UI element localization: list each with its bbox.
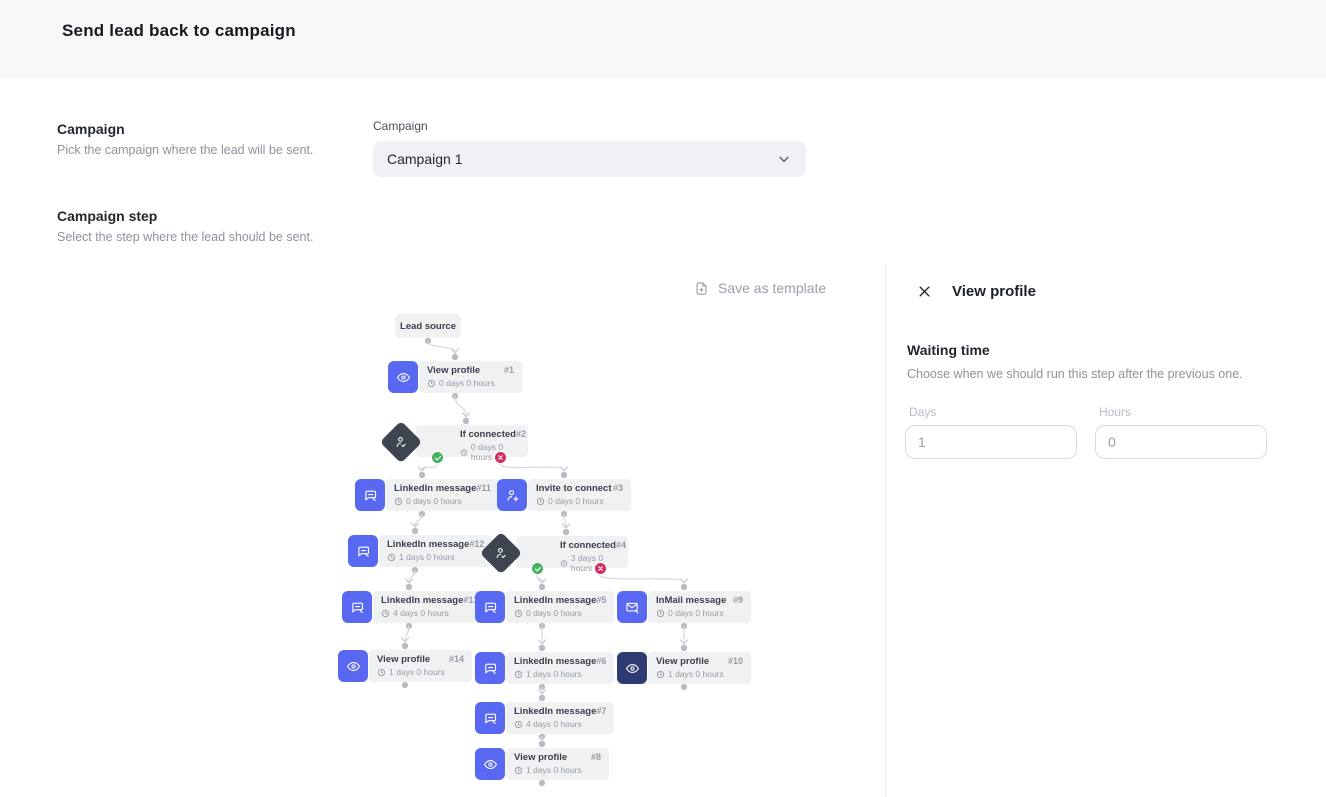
node-card: LinkedIn message #12 1 days 0 hours bbox=[379, 535, 492, 567]
node-wait-time: 1 days 0 hours bbox=[514, 765, 601, 775]
node-wait-time: 0 days 0 hours bbox=[460, 442, 520, 462]
node-title: InMail message bbox=[656, 595, 726, 606]
yes-port-icon[interactable] bbox=[531, 562, 544, 575]
node-title: If connected bbox=[460, 429, 516, 440]
node-card: LinkedIn message #11 0 days 0 hours bbox=[386, 479, 499, 511]
chat-message-icon bbox=[475, 591, 505, 623]
waiting-time-inputs: Days Hours bbox=[905, 405, 1326, 459]
flow-node-view-profile[interactable]: View profile #14 1 days 0 hours bbox=[338, 650, 472, 682]
flow-canvas: Lead source View profile #1 0 days 0 hou… bbox=[0, 0, 886, 797]
chat-message-icon bbox=[348, 535, 378, 567]
step-settings-panel: View profile Waiting time Choose when we… bbox=[886, 266, 1326, 797]
eye-icon bbox=[388, 361, 418, 393]
node-card: View profile #8 1 days 0 hours bbox=[506, 748, 609, 780]
waiting-time-title: Waiting time bbox=[907, 342, 1326, 358]
days-label: Days bbox=[909, 405, 1077, 419]
node-wait-time: 1 days 0 hours bbox=[656, 669, 743, 679]
no-port-icon[interactable] bbox=[494, 451, 507, 464]
send-lead-back-modal: Send lead back to campaign Campaign Pick… bbox=[0, 0, 1326, 797]
days-input[interactable] bbox=[905, 425, 1077, 459]
node-number: #2 bbox=[516, 429, 526, 439]
node-number: #12 bbox=[469, 539, 484, 549]
node-title: Invite to connect bbox=[536, 483, 611, 494]
node-title: LinkedIn message bbox=[514, 706, 596, 717]
flow-node-linkedin-message[interactable]: LinkedIn message #11 0 days 0 hours bbox=[355, 479, 489, 511]
eye-icon bbox=[475, 748, 505, 780]
envelope-icon bbox=[617, 591, 647, 623]
node-wait-time: 0 days 0 hours bbox=[656, 608, 743, 618]
node-wait-time: 0 days 0 hours bbox=[536, 496, 623, 506]
node-wait-time: 1 days 0 hours bbox=[387, 552, 484, 562]
flow-node-linkedin-message[interactable]: LinkedIn message #6 1 days 0 hours bbox=[475, 652, 609, 684]
node-number: #11 bbox=[476, 483, 491, 493]
chat-message-icon bbox=[355, 479, 385, 511]
yes-port-icon[interactable] bbox=[431, 451, 444, 464]
node-number: #14 bbox=[449, 654, 464, 664]
node-card: View profile #1 0 days 0 hours bbox=[419, 361, 522, 393]
node-card: LinkedIn message #6 1 days 0 hours bbox=[506, 652, 614, 684]
node-number: #6 bbox=[596, 656, 606, 666]
node-wait-time: 4 days 0 hours bbox=[381, 608, 478, 618]
chat-message-icon bbox=[475, 702, 505, 734]
node-number: #8 bbox=[591, 752, 601, 762]
flow-node-lead-source[interactable]: Lead source bbox=[395, 314, 461, 338]
flow-node-if-connected[interactable]: If connected #2 0 days 0 hours bbox=[386, 425, 528, 457]
node-title: View profile bbox=[514, 752, 567, 763]
waiting-time-description: Choose when we should run this step afte… bbox=[907, 367, 1326, 381]
eye-icon bbox=[617, 652, 647, 684]
node-title: LinkedIn message bbox=[381, 595, 463, 606]
node-title: LinkedIn message bbox=[514, 595, 596, 606]
node-wait-time: 0 days 0 hours bbox=[394, 496, 491, 506]
node-number: #3 bbox=[613, 483, 623, 493]
node-title: LinkedIn message bbox=[514, 656, 596, 667]
flow-node-linkedin-message[interactable]: LinkedIn message #12 1 days 0 hours bbox=[348, 535, 482, 567]
flow-node-invite-to-connect[interactable]: Invite to connect #3 0 days 0 hours bbox=[497, 479, 631, 511]
node-title: Lead source bbox=[400, 321, 456, 332]
node-wait-time: 4 days 0 hours bbox=[514, 719, 606, 729]
panel-header: View profile bbox=[886, 266, 1326, 300]
node-title: View profile bbox=[377, 654, 430, 665]
node-number: #4 bbox=[616, 540, 626, 550]
chat-message-icon bbox=[342, 591, 372, 623]
node-card: LinkedIn message #5 0 days 0 hours bbox=[506, 591, 614, 623]
node-card: InMail message #9 0 days 0 hours bbox=[648, 591, 751, 623]
node-card: View profile #14 1 days 0 hours bbox=[369, 650, 472, 682]
close-panel-button[interactable] bbox=[917, 284, 932, 299]
node-title: LinkedIn message bbox=[394, 483, 476, 494]
eye-icon bbox=[338, 650, 368, 682]
node-wait-time: 3 days 0 hours bbox=[560, 553, 620, 573]
node-number: #5 bbox=[596, 595, 606, 605]
node-number: #10 bbox=[728, 656, 743, 666]
node-number: #9 bbox=[733, 595, 743, 605]
node-title: View profile bbox=[656, 656, 709, 667]
node-card: Invite to connect #3 0 days 0 hours bbox=[528, 479, 631, 511]
node-card: LinkedIn message #7 4 days 0 hours bbox=[506, 702, 614, 734]
flow-node-if-connected[interactable]: If connected #4 3 days 0 hours bbox=[486, 536, 628, 568]
flow-node-linkedin-message[interactable]: LinkedIn message #13 4 days 0 hours bbox=[342, 591, 476, 623]
hours-label: Hours bbox=[1099, 405, 1267, 419]
chat-message-icon bbox=[475, 652, 505, 684]
flow-node-inmail-message[interactable]: InMail message #9 0 days 0 hours bbox=[617, 591, 751, 623]
close-icon bbox=[917, 284, 932, 299]
node-number: #7 bbox=[596, 706, 606, 716]
node-title: If connected bbox=[560, 540, 616, 551]
node-wait-time: 1 days 0 hours bbox=[514, 669, 606, 679]
node-number: #1 bbox=[504, 365, 514, 375]
flow-node-linkedin-message[interactable]: LinkedIn message #5 0 days 0 hours bbox=[475, 591, 609, 623]
node-title: View profile bbox=[427, 365, 480, 376]
flow-node-linkedin-message[interactable]: LinkedIn message #7 4 days 0 hours bbox=[475, 702, 609, 734]
node-wait-time: 1 days 0 hours bbox=[377, 667, 464, 677]
node-card: View profile #10 1 days 0 hours bbox=[648, 652, 751, 684]
node-title: LinkedIn message bbox=[387, 539, 469, 550]
node-card: LinkedIn message #13 4 days 0 hours bbox=[373, 591, 486, 623]
flow-node-view-profile[interactable]: View profile #10 1 days 0 hours bbox=[617, 652, 751, 684]
hours-input[interactable] bbox=[1095, 425, 1267, 459]
no-port-icon[interactable] bbox=[594, 562, 607, 575]
node-wait-time: 0 days 0 hours bbox=[514, 608, 606, 618]
flow-node-view-profile[interactable]: View profile #8 1 days 0 hours bbox=[475, 748, 609, 780]
flow-node-view-profile[interactable]: View profile #1 0 days 0 hours bbox=[388, 361, 522, 393]
node-wait-time: 0 days 0 hours bbox=[427, 378, 514, 388]
person-plus-icon bbox=[497, 479, 527, 511]
panel-title: View profile bbox=[952, 283, 1036, 300]
